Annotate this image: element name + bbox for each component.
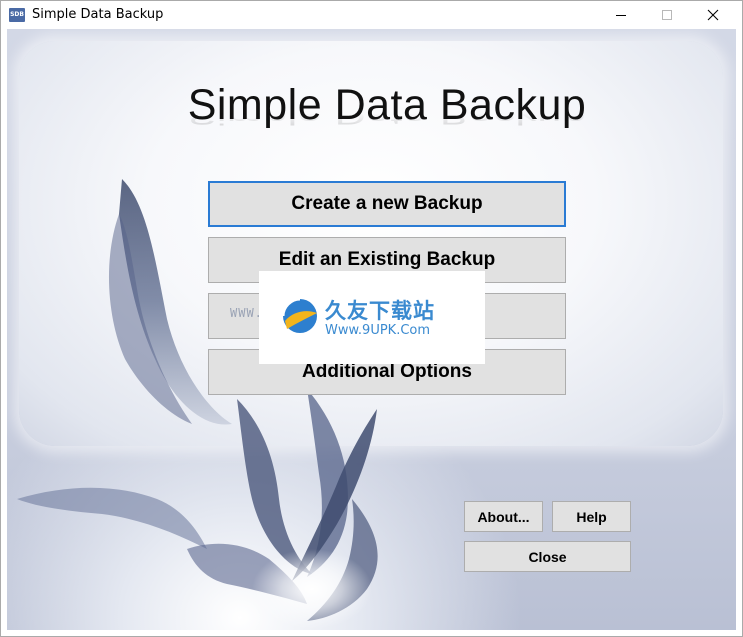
minimize-icon <box>616 15 626 16</box>
about-button[interactable]: About... <box>464 501 543 532</box>
watermark-overlay: 久友下载站 Www.9UPK.Com <box>259 271 485 364</box>
app-title-reflection: Simple Data Backup <box>187 102 587 129</box>
create-backup-button[interactable]: Create a new Backup <box>208 181 566 227</box>
window-title: Simple Data Backup <box>32 7 164 22</box>
maximize-button[interactable] <box>644 1 690 29</box>
title-bar: SDB Simple Data Backup <box>1 1 742 29</box>
app-icon: SDB <box>9 8 25 22</box>
main-panel: Simple Data Backup Simple Data Backup Cr… <box>7 29 736 630</box>
maximize-icon <box>662 10 672 20</box>
close-window-button[interactable] <box>690 1 736 29</box>
close-button[interactable]: Close <box>464 541 631 572</box>
watermark-brand: 久友下载站 <box>325 299 435 323</box>
help-button[interactable]: Help <box>552 501 631 532</box>
close-icon <box>707 9 719 21</box>
minimize-button[interactable] <box>598 1 644 29</box>
globe-logo-icon <box>281 297 317 333</box>
app-window: SDB Simple Data Backup Simple Data Backu… <box>0 0 743 637</box>
watermark-url: Www.9UPK.Com <box>325 323 431 338</box>
